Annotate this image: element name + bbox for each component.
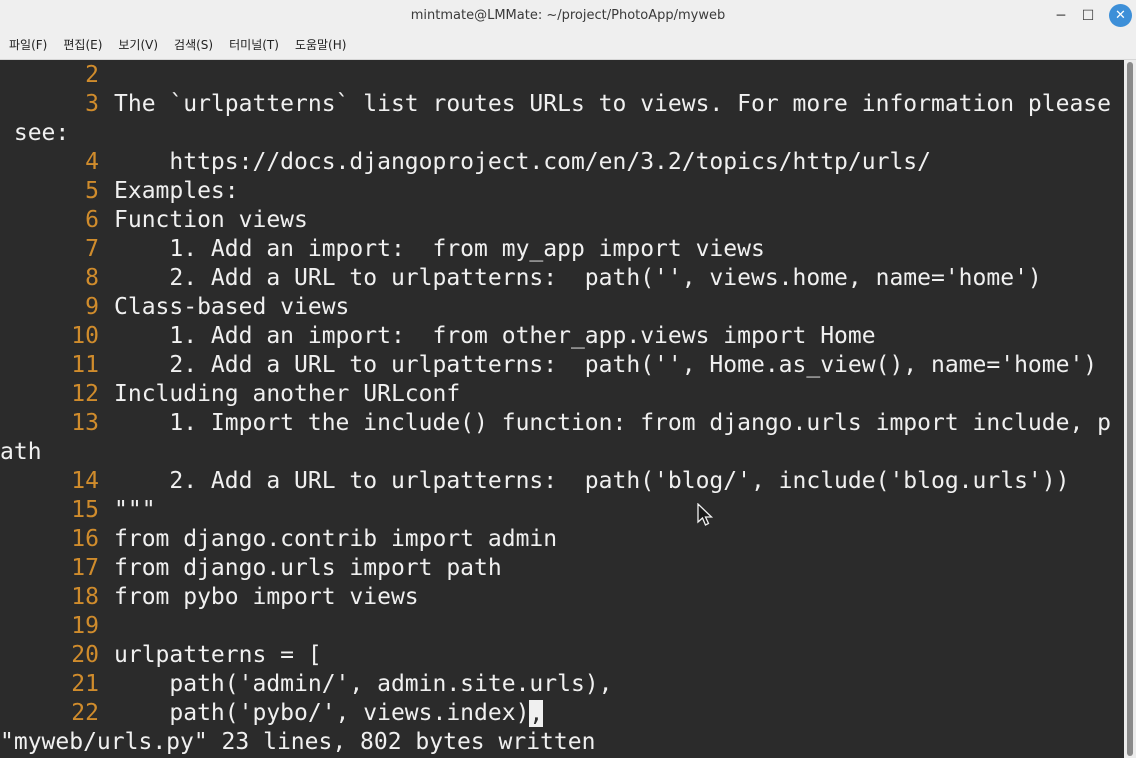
code-line: 3 The `urlpatterns` list routes URLs to v… xyxy=(0,90,1111,119)
code-line: 18 from pybo import views xyxy=(0,583,419,612)
line-number: 3 xyxy=(85,91,99,117)
line-number: 21 xyxy=(71,671,99,697)
line-text: Function views xyxy=(114,207,308,233)
line-number: 16 xyxy=(71,526,99,552)
window-title: mintmate@LMMate: ~/project/PhotoApp/mywe… xyxy=(410,8,726,23)
line-number: 17 xyxy=(71,555,99,581)
code-line: 9 Class-based views xyxy=(0,293,349,322)
close-button[interactable]: ✕ xyxy=(1109,4,1132,27)
text-cursor: , xyxy=(529,700,544,727)
line-number: 2 xyxy=(85,62,99,88)
line-text: 2. Add a URL to urlpatterns: path('blog/… xyxy=(114,468,1070,494)
code-line: 2 xyxy=(0,61,114,90)
line-number: 5 xyxy=(85,178,99,204)
line-text: 1. Import the include() function: from d… xyxy=(114,410,1111,436)
line-number: 8 xyxy=(85,265,99,291)
wrapped-line: see: xyxy=(0,119,69,148)
menu-help[interactable]: 도움말(H) xyxy=(286,31,354,59)
line-number: 4 xyxy=(85,149,99,175)
code-line: 10 1. Add an import: from other_app.view… xyxy=(0,322,876,351)
code-line: 21 path('admin/', admin.site.urls), xyxy=(0,670,613,699)
line-text: 1. Add an import: from my_app import vie… xyxy=(114,236,765,262)
code-line: 13 1. Import the include() function: fro… xyxy=(0,409,1111,438)
menu-file[interactable]: 파일(F) xyxy=(0,31,54,59)
line-text: urlpatterns = [ xyxy=(114,642,322,668)
line-number: 15 xyxy=(71,497,99,523)
line-text: from django.urls import path xyxy=(114,555,502,581)
code-line: 4 https://docs.djangoproject.com/en/3.2/… xyxy=(0,148,931,177)
line-number: 19 xyxy=(71,613,99,639)
line-number: 10 xyxy=(71,323,99,349)
code-line: 5 Examples: xyxy=(0,177,239,206)
code-line: 8 2. Add a URL to urlpatterns: path('', … xyxy=(0,264,1042,293)
code-line: 12 Including another URLconf xyxy=(0,380,460,409)
menu-terminal[interactable]: 터미널(T) xyxy=(220,31,286,59)
code-line: 22 path('pybo/', views.index), xyxy=(0,699,544,728)
code-line: 19 xyxy=(0,612,114,641)
wrapped-line: ath xyxy=(0,438,42,467)
cursor-char: , xyxy=(529,701,544,727)
terminal-window: mintmate@LMMate: ~/project/PhotoApp/mywe… xyxy=(0,0,1136,758)
line-number: 14 xyxy=(71,468,99,494)
line-number: 20 xyxy=(71,642,99,668)
line-number: 6 xyxy=(85,207,99,233)
line-text: from pybo import views xyxy=(114,584,419,610)
line-number: 11 xyxy=(71,352,99,378)
line-text: ath xyxy=(0,439,42,465)
menu-bar: 파일(F) 편집(E) 보기(V) 검색(S) 터미널(T) 도움말(H) xyxy=(0,31,1136,60)
title-bar[interactable]: mintmate@LMMate: ~/project/PhotoApp/mywe… xyxy=(0,0,1136,31)
mouse-pointer-icon xyxy=(697,503,714,526)
code-line: 6 Function views xyxy=(0,206,308,235)
code-line: 20 urlpatterns = [ xyxy=(0,641,322,670)
menu-edit[interactable]: 편집(E) xyxy=(54,31,109,59)
maximize-button[interactable]: ☐ xyxy=(1077,5,1099,27)
line-number: 13 xyxy=(71,410,99,436)
line-text: Including another URLconf xyxy=(114,381,461,407)
status-message: "myweb/urls.py" 23 lines, 802 bytes writ… xyxy=(0,729,596,755)
line-number: 18 xyxy=(71,584,99,610)
terminal-content[interactable]: 2 3 The `urlpatterns` list routes URLs to… xyxy=(0,60,1124,758)
vertical-scrollbar[interactable] xyxy=(1124,60,1136,758)
scrollbar-thumb[interactable] xyxy=(1127,62,1133,756)
menu-view[interactable]: 보기(V) xyxy=(109,31,165,59)
minimize-button[interactable]: ─ xyxy=(1050,5,1072,27)
line-text: see: xyxy=(0,120,70,146)
status-line: "myweb/urls.py" 23 lines, 802 bytes writ… xyxy=(0,728,595,757)
line-text: 1. Add an import: from other_app.views i… xyxy=(114,323,876,349)
line-text: 2. Add a URL to urlpatterns: path('', vi… xyxy=(114,265,1042,291)
code-line: 17 from django.urls import path xyxy=(0,554,502,583)
line-number: 7 xyxy=(85,236,99,262)
line-text: 2. Add a URL to urlpatterns: path('', Ho… xyxy=(114,352,1098,378)
line-text: Class-based views xyxy=(114,294,350,320)
code-line: 15 """ xyxy=(0,496,156,525)
line-text: https://docs.djangoproject.com/en/3.2/to… xyxy=(114,149,931,175)
line-number: 12 xyxy=(71,381,99,407)
line-number: 22 xyxy=(71,700,99,726)
code-line: 14 2. Add a URL to urlpatterns: path('bl… xyxy=(0,467,1069,496)
line-text: path('pybo/', views.index) xyxy=(114,700,530,726)
line-text: """ xyxy=(114,497,156,523)
code-line: 11 2. Add a URL to urlpatterns: path('',… xyxy=(0,351,1097,380)
code-line: 16 from django.contrib import admin xyxy=(0,525,557,554)
line-text: path('admin/', admin.site.urls), xyxy=(114,671,613,697)
line-text: from django.contrib import admin xyxy=(114,526,558,552)
menu-search[interactable]: 검색(S) xyxy=(165,31,220,59)
code-line: 7 1. Add an import: from my_app import v… xyxy=(0,235,765,264)
line-number: 9 xyxy=(85,294,99,320)
line-text: The `urlpatterns` list routes URLs to vi… xyxy=(114,91,1111,117)
line-text: Examples: xyxy=(114,178,239,204)
